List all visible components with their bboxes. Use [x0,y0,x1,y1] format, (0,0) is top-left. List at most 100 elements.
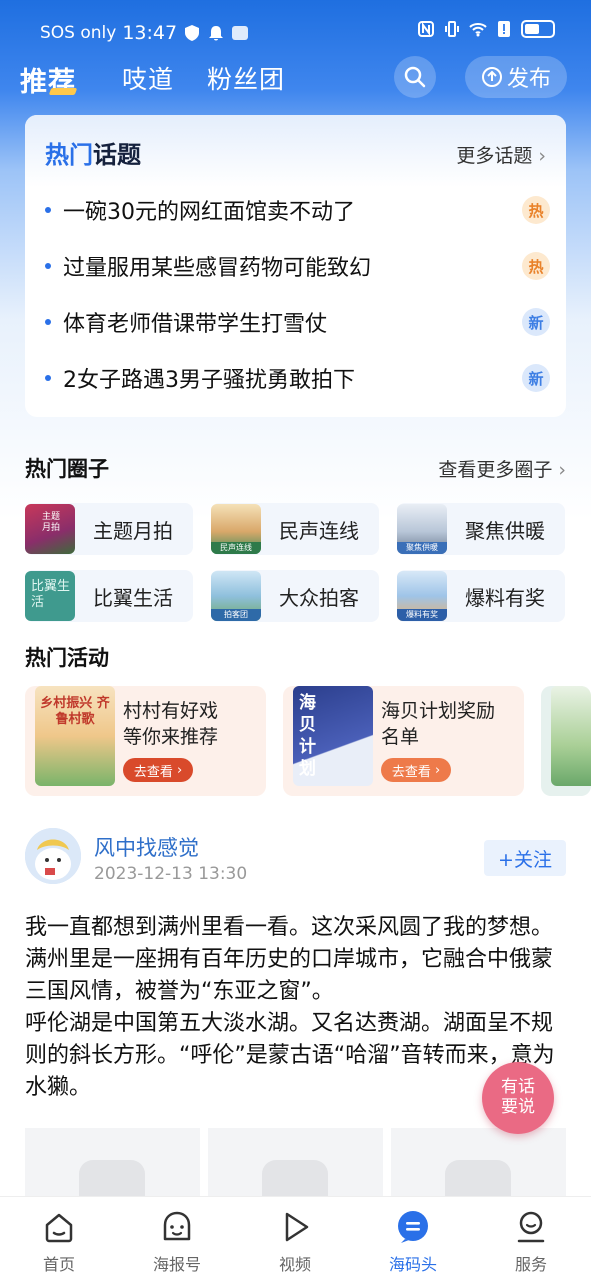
hot-topics-title-highlight: 热门 [45,141,93,169]
follow-button[interactable]: +关注 [484,840,566,876]
circle-label: 民声连线 [279,518,359,543]
search-button[interactable] [394,56,436,98]
vibrate-icon [445,21,459,37]
circle-thumb-text: 爆料有奖 [397,609,447,621]
circle-item-heating[interactable]: 聚焦供暖 聚焦供暖 [397,503,565,555]
chevron-right-icon: › [538,145,546,167]
circle-label: 聚焦供暖 [465,518,545,543]
circle-label: 比翼生活 [93,585,173,610]
circle-thumbnail: 主题月拍 [25,504,75,554]
circle-thumbnail: 拍客团 [211,571,261,621]
avatar[interactable] [25,828,81,884]
activity-card-partial[interactable] [541,686,591,796]
bullet-dot [45,263,51,269]
tab-label: 服务 [514,1255,547,1274]
activity-line2: 名单 [381,726,420,748]
circle-thumbnail: 爆料有奖 [397,571,447,621]
post-body[interactable]: 我一直都想到满州里看一看。这次采风圆了我的梦想。满州里是一座拥有百年历史的口岸城… [25,912,570,1104]
view-activity-button[interactable]: 去查看 › [123,758,193,782]
shield-icon [185,25,200,41]
publish-button[interactable]: 发布 [465,56,567,98]
hot-topics-title-rest: 话题 [93,141,141,169]
tab-label: 海报号 [152,1255,201,1274]
view-label: 去查看 [391,764,431,780]
bullet-dot [45,207,51,213]
circle-item-public-voice[interactable]: 民声连线 民声连线 [211,503,379,555]
circle-label: 爆料有奖 [465,585,545,610]
active-tab-indicator [48,88,78,95]
post-author[interactable]: 风中找感觉 [94,832,199,862]
activity-line2: 等你来推荐 [123,726,219,748]
app-notification-icon [232,26,249,40]
topic-text: 一碗30元的网红面馆卖不动了 [63,200,355,225]
hot-circles-title: 热门圈子 [25,457,109,481]
circle-thumbnail: 聚焦供暖 [397,504,447,554]
view-label: 去查看 [133,764,173,780]
view-activity-button[interactable]: 去查看 › [381,758,451,782]
circle-label: 大众拍客 [279,585,359,610]
activity-card[interactable]: 乡村振兴 齐鲁村歌 村村有好戏 等你来推荐 去查看 › [25,686,266,796]
tab-zhidao[interactable]: 吱道 [122,60,174,96]
tab-poster[interactable]: 海报号 [137,1207,217,1275]
new-badge: 新 [522,308,550,336]
carrier-label: SOS only [40,23,117,43]
circle-thumbnail: 民声连线 [211,504,261,554]
home-icon [45,1213,73,1243]
search-icon [404,66,426,88]
tab-label: 海码头 [388,1255,437,1274]
activity-thumb-text: 海贝计划 [299,693,316,779]
notification-bell-icon [209,26,224,41]
tab-fans[interactable]: 粉丝团 [207,60,285,96]
play-icon [285,1212,309,1242]
hot-topics-card: 热门话题 更多话题 › 一碗30元的网红面馆卖不动了 热 过量服用某些感冒药物可… [25,115,566,417]
float-line1: 有话 [501,1077,535,1097]
circle-thumb-text: 主题月拍 [41,512,60,533]
more-circles-label: 查看更多圈子 [438,459,553,481]
hot-badge: 热 [522,196,550,224]
tab-label: 首页 [42,1255,75,1274]
activity-thumb-text: 乡村振兴 齐鲁村歌 [40,696,110,727]
circle-thumb-text: 拍客团 [211,609,261,621]
bullet-dot [45,319,51,325]
activity-thumbnail: 海贝计划 [293,686,373,786]
user-icon [517,1211,545,1243]
chevron-right-icon: › [176,762,183,778]
speak-up-float-button[interactable]: 有话 要说 [482,1062,554,1134]
post-body-text: 我一直都想到满州里看一看。这次采风圆了我的梦想。满州里是一座拥有百年历史的口岸城… [25,915,555,1100]
circle-item-theme-photo[interactable]: 主题月拍 主题月拍 [25,503,193,555]
alert-icon [498,21,510,37]
hot-activities-title: 热门活动 [25,646,109,670]
topic-text: 过量服用某些感冒药物可能致幻 [63,256,372,281]
circle-item-public-photographer[interactable]: 拍客团 大众拍客 [211,570,379,622]
upload-icon [481,67,502,87]
circle-item-biyi-life[interactable]: 比翼生活 比翼生活 [25,570,193,622]
status-bar: SOS only 13:47 [0,0,591,64]
chevron-right-icon: › [558,459,566,481]
circle-item-tipoff-reward[interactable]: 爆料有奖 爆料有奖 [397,570,565,622]
topic-item[interactable]: 2女子路遇3男子骚扰勇敢拍下 新 [45,358,550,398]
more-circles-link[interactable]: 查看更多圈子 › [438,455,566,482]
hot-badge: 热 [522,252,550,280]
circle-thumbnail: 比翼生活 [25,571,75,621]
topic-item[interactable]: 体育老师借课带学生打雪仗 新 [45,302,550,342]
face-icon [163,1211,191,1241]
activity-card[interactable]: 海贝计划 海贝计划奖励 名单 去查看 › [283,686,524,796]
activity-thumbnail [551,686,591,786]
activity-text: 村村有好戏 等你来推荐 [123,698,218,750]
tab-service[interactable]: 服务 [491,1207,571,1275]
tab-haimatou[interactable]: 海码头 [373,1207,453,1275]
topic-text: 体育老师借课带学生打雪仗 [63,312,328,337]
chat-icon [398,1211,428,1243]
activity-thumbnail: 乡村振兴 齐鲁村歌 [35,686,115,786]
activity-line1: 村村有好戏 [123,700,219,722]
circle-thumb-text: 比翼生活 [31,579,71,610]
status-time: 13:47 [122,22,178,44]
activity-text: 海贝计划奖励 名单 [381,698,495,750]
tab-home[interactable]: 首页 [19,1207,99,1275]
topic-item[interactable]: 过量服用某些感冒药物可能致幻 热 [45,246,550,286]
post-time: 2023-12-13 13:30 [94,864,248,884]
topic-item[interactable]: 一碗30元的网红面馆卖不动了 热 [45,190,550,230]
tab-video[interactable]: 视频 [255,1207,335,1275]
circle-label: 主题月拍 [93,518,173,543]
more-topics-link[interactable]: 更多话题 › [456,141,546,168]
